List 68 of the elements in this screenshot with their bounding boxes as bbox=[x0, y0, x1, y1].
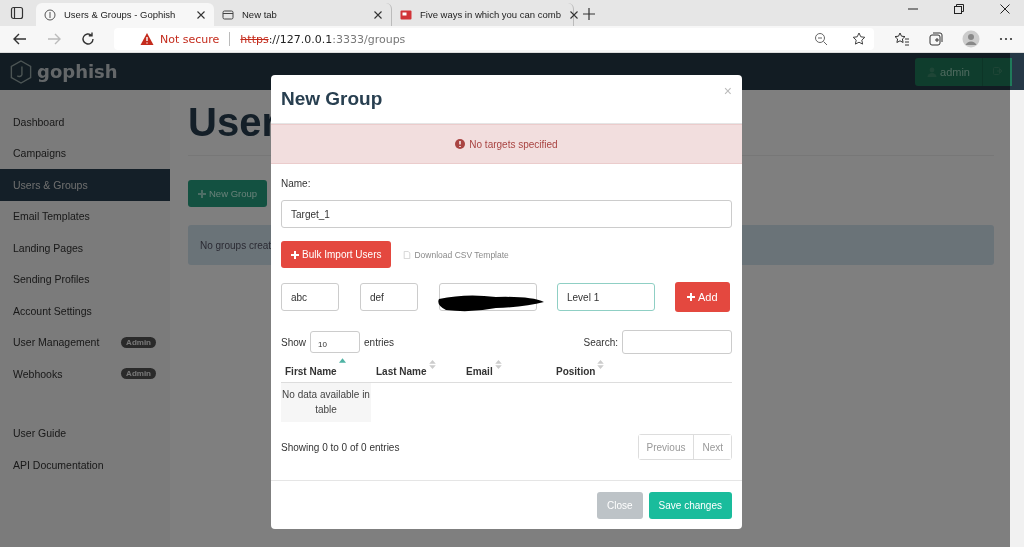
page-heading: User bbox=[188, 100, 277, 145]
admin-badge: Admin bbox=[121, 336, 156, 348]
empty-table-cell: No data available in table bbox=[281, 383, 371, 422]
restore-icon[interactable] bbox=[954, 4, 964, 14]
zoom-out-icon[interactable] bbox=[814, 32, 828, 46]
error-message: No targets specified bbox=[469, 138, 558, 150]
target-field[interactable]: def bbox=[360, 283, 418, 311]
avatar-icon[interactable] bbox=[962, 30, 980, 48]
exclamation-icon bbox=[455, 139, 466, 149]
admin-badge: Admin bbox=[121, 368, 156, 380]
name-field[interactable]: Target_1 bbox=[281, 200, 732, 228]
column-header[interactable]: First Name bbox=[281, 358, 372, 382]
new-group-button[interactable]: New Group bbox=[188, 180, 268, 207]
sidebar-item[interactable]: API Documentation bbox=[0, 449, 170, 481]
column-header[interactable]: Position bbox=[552, 358, 642, 382]
show-label: Show bbox=[281, 336, 306, 348]
column-header[interactable]: Last Name bbox=[372, 358, 462, 382]
sidebar-item[interactable]: Email Templates bbox=[0, 200, 170, 232]
new-tab-icon[interactable] bbox=[582, 7, 596, 21]
close-icon[interactable] bbox=[196, 9, 206, 20]
bulk-import-button[interactable]: Bulk Import Users bbox=[281, 241, 392, 268]
news-icon bbox=[400, 8, 412, 21]
search-label: Search: bbox=[583, 336, 618, 348]
warning-icon bbox=[140, 32, 154, 46]
reload-icon[interactable] bbox=[80, 31, 96, 47]
brand-name[interactable]: gophish bbox=[37, 61, 118, 82]
sidebar-item[interactable]: Account Settings bbox=[0, 295, 170, 327]
back-icon[interactable] bbox=[12, 31, 28, 47]
save-button[interactable]: Save changes bbox=[648, 491, 732, 519]
sort-icon bbox=[428, 360, 436, 369]
target-field[interactable]: abc bbox=[281, 283, 339, 311]
logout-button[interactable] bbox=[982, 57, 1012, 86]
security-label[interactable]: Not secure bbox=[160, 32, 220, 46]
sidebar-item[interactable]: Campaigns bbox=[0, 137, 170, 169]
plus-icon bbox=[198, 189, 206, 198]
search-field[interactable] bbox=[622, 330, 732, 354]
sidebar-item[interactable]: Webhooks Admin bbox=[0, 358, 170, 390]
sidebar-item[interactable]: Landing Pages bbox=[0, 232, 170, 264]
plus-icon bbox=[687, 293, 695, 301]
sort-ascending-icon bbox=[338, 358, 346, 363]
target-field[interactable]: Level 1 bbox=[557, 283, 655, 311]
sort-icon bbox=[597, 360, 605, 369]
tab-actions-icon[interactable] bbox=[10, 6, 24, 20]
entries-label: entries bbox=[364, 336, 395, 348]
sidebar-item[interactable]: Sending Profiles bbox=[0, 263, 170, 295]
csv-template-link[interactable]: Download CSV Template bbox=[403, 249, 509, 260]
file-icon bbox=[403, 250, 412, 259]
page-icon bbox=[222, 8, 234, 21]
table-info: Showing 0 to 0 of 0 entries bbox=[281, 441, 400, 453]
plus-icon bbox=[291, 250, 299, 259]
sort-icon bbox=[494, 360, 502, 369]
sidebar-item[interactable]: Dashboard bbox=[0, 106, 170, 138]
page-length-field[interactable]: 10 bbox=[310, 331, 360, 353]
field-label: Name: bbox=[281, 178, 312, 191]
close-icon[interactable] bbox=[373, 9, 383, 20]
sidebar-item[interactable]: User Guide bbox=[0, 417, 170, 449]
star-plus-icon[interactable] bbox=[852, 32, 866, 46]
sidebar-item[interactable]: User Management Admin bbox=[0, 326, 170, 358]
column-header[interactable]: Email bbox=[462, 358, 552, 382]
sidebar-item[interactable]: Users & Groups bbox=[0, 169, 170, 201]
close-icon[interactable] bbox=[1000, 4, 1010, 14]
browser-tab[interactable]: Users & Groups - Gophish bbox=[36, 3, 214, 26]
add-button[interactable]: Add bbox=[675, 282, 730, 312]
close-icon[interactable] bbox=[569, 9, 579, 20]
url-text[interactable]: https://127.0.0.1:3333/groups bbox=[240, 32, 406, 46]
dialog-title: New Group bbox=[281, 88, 383, 110]
favorites-icon[interactable] bbox=[894, 31, 910, 47]
collections-icon[interactable] bbox=[928, 31, 944, 47]
